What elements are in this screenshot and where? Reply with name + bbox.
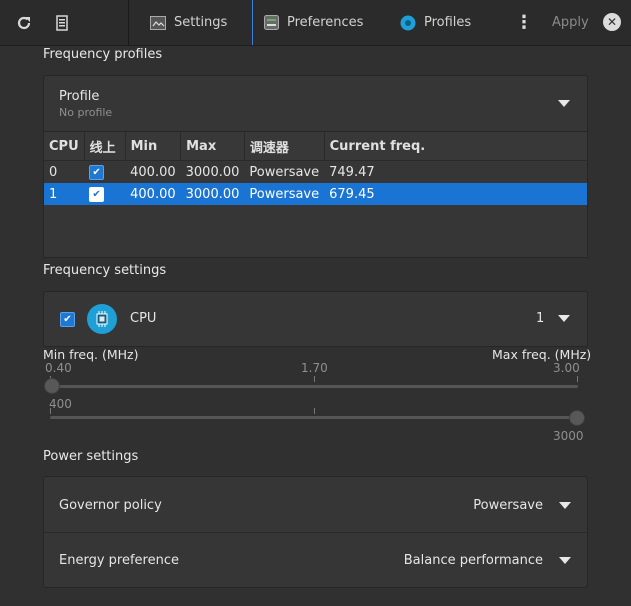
profile-dropdown[interactable]: Profile No profile — [43, 75, 588, 133]
column-header[interactable]: Min — [125, 132, 182, 161]
max-freq-slider-handle[interactable] — [569, 410, 585, 426]
header-divider-active — [252, 0, 253, 45]
column-header[interactable]: 线上 — [84, 132, 126, 161]
tab-profiles-label: Profiles — [424, 15, 472, 30]
max-freq-slider-track[interactable] — [50, 416, 578, 419]
table-row-selected[interactable]: 1 ✔ 400.00 3000.00 Powersave 679.45 — [44, 183, 587, 205]
min-freq-slider-handle[interactable] — [44, 378, 60, 394]
max-cell: 3000.00 — [185, 164, 240, 180]
governor-policy-value: Powersave — [473, 498, 543, 513]
cpu-number-value: 1 — [536, 311, 545, 326]
cpu-number-dropdown[interactable]: 1 — [536, 311, 571, 326]
power-settings-title: Power settings — [43, 449, 139, 464]
chevron-down-icon — [559, 502, 571, 509]
max-cell: 3000.00 — [180, 183, 245, 205]
profile-label: Profile — [59, 89, 100, 104]
settings-icon — [150, 15, 166, 30]
energy-preference-label: Energy preference — [59, 553, 179, 568]
online-checkbox[interactable]: ✔ — [89, 165, 105, 181]
cpu-table-container: CPU 线上 Min Max 调速器 Current freq. 0 ✔ 400… — [43, 131, 588, 258]
governor-policy-label: Governor policy — [59, 498, 162, 513]
column-header[interactable]: 调速器 — [244, 132, 325, 161]
min-freq-label: Min freq. (MHz) — [43, 347, 139, 362]
tab-settings-label: Settings — [174, 15, 228, 30]
online-checkbox[interactable]: ✔ — [89, 187, 105, 203]
document-icon[interactable] — [56, 0, 70, 45]
min-freq-slider-track[interactable] — [50, 385, 578, 388]
close-icon[interactable]: ✕ — [603, 13, 621, 31]
governor-cell: Powersave — [249, 164, 320, 180]
scale-max-label: 3.00 — [553, 361, 580, 375]
cpu-table: CPU 线上 Min Max 调速器 Current freq. 0 ✔ 400… — [44, 132, 587, 205]
more-menu-icon[interactable]: ⋮ — [515, 0, 533, 45]
column-header[interactable]: CPU — [44, 132, 85, 161]
profiles-icon — [400, 15, 416, 30]
table-header-row: CPU 线上 Min Max 调速器 Current freq. — [44, 132, 587, 161]
tab-settings[interactable]: Settings — [150, 0, 227, 45]
tick-mark — [50, 408, 51, 414]
tab-profiles[interactable]: Profiles — [400, 0, 471, 45]
profile-value: No profile — [59, 106, 113, 119]
energy-preference-dropdown[interactable]: Balance performance — [404, 553, 571, 568]
cpu-cell: 0 — [49, 164, 58, 180]
cpu-label: CPU — [130, 311, 157, 326]
cpu-selector-row: ✔ CPU 1 — [43, 291, 588, 347]
min-slider-value: 400 — [49, 397, 72, 411]
online-cell: ✔ — [84, 161, 125, 184]
header-bar: Settings Preferences Profiles ⋮ Apply ✕ — [0, 0, 631, 46]
tab-preferences-label: Preferences — [287, 15, 364, 30]
min-cell: 400.00 — [130, 164, 176, 180]
chevron-down-icon — [558, 315, 571, 322]
frequency-profiles-title: Frequency profiles — [43, 47, 163, 62]
min-cell: 400.00 — [125, 183, 181, 205]
scale-min-label: 0.40 — [45, 361, 72, 375]
header-divider — [128, 0, 129, 45]
scale-mid-label: 1.70 — [301, 361, 328, 375]
tab-preferences[interactable]: Preferences — [264, 0, 363, 45]
tick-mark — [577, 376, 578, 382]
frequency-settings-title: Frequency settings — [43, 263, 167, 278]
energy-preference-value: Balance performance — [403, 553, 543, 568]
tick-mark — [314, 376, 315, 382]
online-cell: ✔ — [84, 183, 126, 205]
row-divider — [44, 532, 587, 533]
table-row[interactable]: 0 ✔ 400.00 3000.00 Powersave 749.47 — [44, 161, 587, 184]
cpu-chip-icon — [87, 304, 117, 334]
freq-cell: 679.45 — [324, 183, 587, 205]
apply-button[interactable]: Apply — [552, 0, 589, 45]
max-slider-value: 3000 — [553, 429, 584, 443]
tick-mark — [314, 408, 315, 414]
chevron-down-icon — [558, 100, 570, 107]
freq-cell: 749.47 — [329, 164, 375, 180]
preferences-icon — [264, 15, 279, 30]
column-header[interactable]: Max — [180, 132, 245, 161]
max-freq-label: Max freq. (MHz) — [492, 347, 592, 362]
cpu-cell: 1 — [44, 183, 85, 205]
governor-cell: Powersave — [244, 183, 325, 205]
refresh-icon[interactable] — [16, 0, 32, 45]
power-settings-card: Governor policy Powersave Energy prefere… — [43, 476, 588, 588]
cpu-enable-checkbox[interactable]: ✔ — [60, 312, 75, 327]
column-header[interactable]: Current freq. — [324, 132, 587, 161]
chevron-down-icon — [559, 557, 571, 564]
governor-policy-dropdown[interactable]: Powersave — [473, 498, 571, 513]
